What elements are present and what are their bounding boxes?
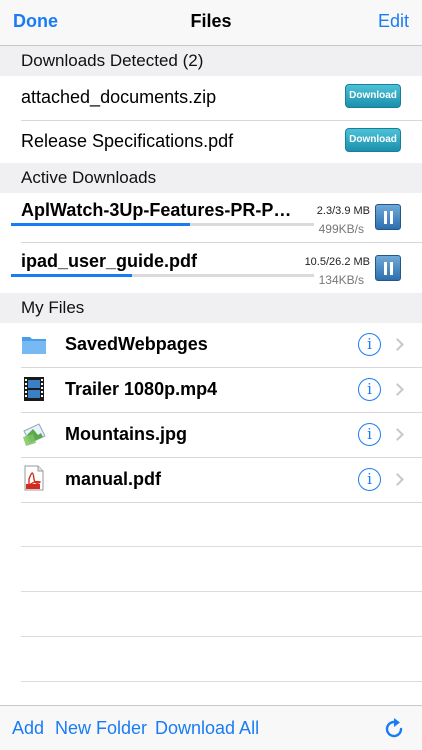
- section-header-active-downloads: Active Downloads: [0, 163, 422, 193]
- info-icon[interactable]: i: [358, 378, 381, 401]
- chevron-right-icon: [391, 428, 404, 441]
- download-speed: 499KB/s: [318, 222, 364, 236]
- file-name: Mountains.jpg: [65, 424, 187, 444]
- file-row[interactable]: Mountains.jpg i: [0, 413, 422, 457]
- edit-button[interactable]: Edit: [378, 11, 409, 32]
- chevron-right-icon: [391, 473, 404, 486]
- image-icon: [23, 423, 46, 446]
- detected-item-name: Release Specifications.pdf: [21, 131, 234, 151]
- download-speed: 134KB/s: [318, 273, 364, 287]
- empty-row-line: [21, 681, 422, 682]
- section-header-downloads-detected: Downloads Detected (2): [0, 46, 422, 76]
- folder-icon: [22, 337, 46, 354]
- file-name: SavedWebpages: [65, 334, 208, 354]
- chevron-right-icon: [391, 383, 404, 396]
- download-progress-bar: [11, 223, 314, 226]
- empty-row-line: [21, 636, 422, 637]
- detected-item-row[interactable]: attached_documents.zip Download: [0, 76, 422, 121]
- bottom-toolbar: Add New Folder Download All: [0, 705, 422, 750]
- file-row[interactable]: manual.pdf i: [0, 458, 422, 502]
- section-header-my-files: My Files: [0, 293, 422, 323]
- pause-button[interactable]: [375, 255, 401, 281]
- download-progress-fill: [11, 223, 190, 226]
- detected-item-row[interactable]: Release Specifications.pdf Download: [0, 121, 422, 163]
- active-download-row[interactable]: ipad_user_guide.pdf 10.5/26.2 MB 134KB/s: [0, 243, 422, 293]
- empty-row-line: [21, 591, 422, 592]
- refresh-icon[interactable]: [382, 716, 406, 740]
- active-download-name: ipad_user_guide.pdf: [21, 251, 198, 271]
- file-row[interactable]: SavedWebpages i: [0, 323, 422, 367]
- download-all-button[interactable]: Download All: [155, 718, 259, 739]
- row-separator: [21, 502, 422, 503]
- pause-button[interactable]: [375, 204, 401, 230]
- chevron-right-icon: [391, 338, 404, 351]
- download-progress-fill: [11, 274, 133, 277]
- detected-item-name: attached_documents.zip: [21, 87, 217, 107]
- film-icon: [24, 377, 44, 401]
- file-row[interactable]: Trailer 1080p.mp4 i: [0, 368, 422, 412]
- info-icon[interactable]: i: [358, 423, 381, 446]
- info-icon[interactable]: i: [358, 468, 381, 491]
- active-download-name: AplWatch-3Up-Features-PR-PRI...: [21, 200, 301, 220]
- active-download-row[interactable]: AplWatch-3Up-Features-PR-PRI... 2.3/3.9 …: [0, 193, 422, 242]
- pdf-icon: [24, 465, 44, 491]
- page-title: Files: [190, 11, 232, 31]
- file-name: Trailer 1080p.mp4: [65, 379, 218, 399]
- download-button[interactable]: Download: [345, 128, 401, 152]
- file-name: manual.pdf: [65, 469, 162, 489]
- download-size: 10.5/26.2 MB: [304, 256, 370, 268]
- empty-row-line: [21, 546, 422, 547]
- download-button[interactable]: Download: [345, 84, 401, 108]
- new-folder-button[interactable]: New Folder: [55, 718, 147, 739]
- download-size: 2.3/3.9 MB: [316, 205, 370, 217]
- navigation-bar: Done Files Edit: [0, 0, 422, 46]
- info-icon[interactable]: i: [358, 333, 381, 356]
- download-progress-bar: [11, 274, 314, 277]
- add-button[interactable]: Add: [12, 718, 44, 739]
